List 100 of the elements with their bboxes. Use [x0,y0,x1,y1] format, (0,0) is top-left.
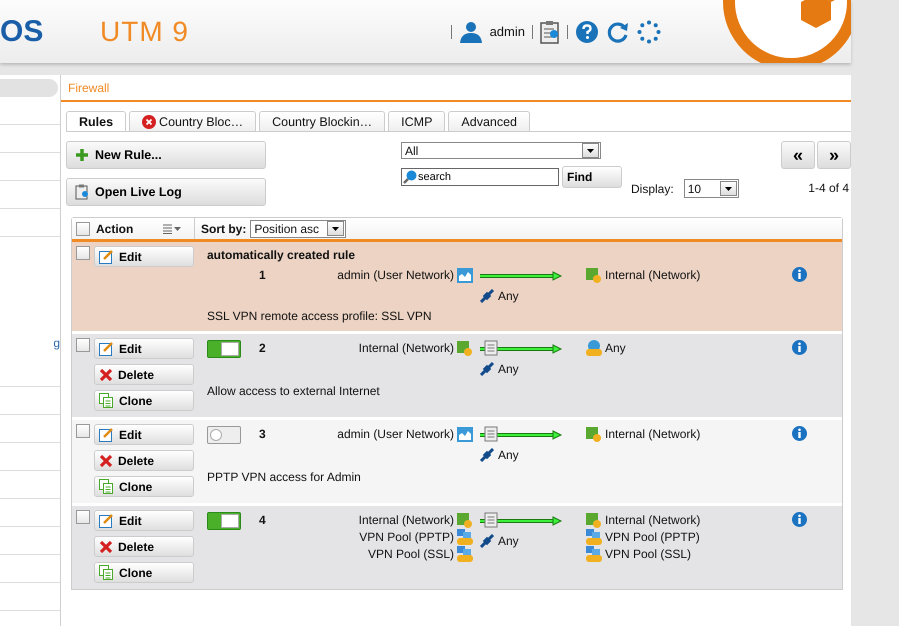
network-pool-icon [586,546,602,562]
previous-page-button[interactable]: « [781,141,815,169]
tab[interactable]: Advanced [448,111,530,131]
source-label: VPN Pool (PPTP) [359,530,454,544]
enable-toggle[interactable] [207,426,241,444]
edit-button[interactable]: Edit [94,338,194,359]
destination-label: Any [605,341,626,355]
logo-text: OS [0,14,44,48]
source-label: VPN Pool (SSL) [368,547,454,561]
rule-number: 2 [258,340,267,355]
delete-button[interactable]: Delete [94,364,194,385]
rule-comment: SSL VPN remote access profile: SSL VPN [207,309,433,323]
info-icon[interactable] [792,426,807,441]
search-icon [403,170,417,184]
row-checkbox[interactable] [76,246,90,260]
user-icon [458,20,483,42]
clipboard-icon [75,184,89,200]
rule-comment: PPTP VPN access for Admin [207,470,362,484]
plug-icon [480,362,494,376]
error-icon [142,114,156,128]
info-icon[interactable] [792,340,807,355]
service-label: Any [498,362,519,376]
plug-icon [480,534,494,548]
network-pool-icon [586,529,602,545]
info-icon[interactable] [792,512,807,527]
destination-label: VPN Pool (SSL) [605,547,692,561]
row-checkbox[interactable] [76,510,90,524]
dropdown-caret-icon [724,186,732,190]
source-label: admin (User Network) [337,268,454,282]
destination-label: VPN Pool (PPTP) [605,530,700,544]
rule-comment: Allow access to external Internet [207,384,381,398]
plug-icon [480,289,494,303]
clone-button[interactable]: Clone [94,562,194,583]
refresh-icon[interactable] [606,20,630,44]
edit-button[interactable]: Edit [94,510,194,531]
globe-icon [586,340,602,356]
delete-icon [99,454,113,468]
source-label: Internal (Network) [358,341,454,355]
sort-label: Sort by: [201,222,246,236]
tab[interactable]: Country Blockin… [259,111,386,131]
rule-number: 1 [258,267,267,282]
edit-button[interactable]: Edit [94,424,194,445]
tab[interactable]: ICMP [388,111,446,131]
service-label: Any [498,289,519,303]
edit-icon [99,249,114,264]
username-link[interactable]: admin [490,24,525,39]
enable-toggle[interactable] [207,512,241,530]
search-field[interactable]: search [401,168,559,186]
action-header: Action [96,222,134,236]
row-checkbox[interactable] [76,424,90,438]
row-checkbox[interactable] [76,338,90,352]
next-page-button[interactable]: » [817,141,851,169]
edit-icon [99,341,114,356]
sort-select[interactable]: Position asc [250,220,346,238]
delete-button[interactable]: Delete [94,450,194,471]
clone-button[interactable]: Clone [94,390,194,411]
select-all-checkbox[interactable] [76,222,90,236]
network-icon [457,340,473,356]
tab[interactable]: Rules [66,111,126,131]
filter-select[interactable]: All [401,142,601,159]
column-menu-icon[interactable] [163,224,182,234]
page-range: 1-4 of 4 [808,181,849,195]
product-title: UTM 9 [100,16,189,48]
user-network-icon [457,268,473,282]
plug-icon [480,448,494,462]
network-pool-icon [457,546,473,562]
copy-icon [99,565,114,580]
network-icon [586,267,602,283]
edit-icon [99,513,114,528]
edit-button[interactable]: Edit [94,246,194,267]
delete-button[interactable]: Delete [94,536,194,557]
destination-label: Internal (Network) [605,513,700,527]
sidebar-link[interactable]: g [53,336,60,350]
edit-icon [99,427,114,442]
enable-toggle[interactable] [207,340,241,358]
copy-icon [99,393,114,408]
display-select[interactable]: 10 [684,179,739,198]
plus-icon [75,148,89,162]
help-icon[interactable] [575,20,599,44]
source-label: admin (User Network) [337,427,454,441]
destination-label: Internal (Network) [605,268,700,282]
find-button[interactable]: Find [562,166,622,188]
copy-icon [99,479,114,494]
display-label: Display: [631,182,674,196]
new-rule-button[interactable]: New Rule... [66,141,266,169]
delete-icon [99,368,113,382]
network-pool-icon [457,529,473,545]
rule-number: 4 [258,512,267,527]
info-icon[interactable] [792,267,807,282]
network-icon [586,426,602,442]
open-live-log-button[interactable]: Open Live Log [66,178,266,206]
tab[interactable]: Country Bloc… [129,111,256,131]
rule-number: 3 [258,426,267,441]
dropdown-caret-icon [587,148,594,152]
sidebar-search-field[interactable] [0,79,58,97]
dropdown-caret-icon [332,226,340,230]
source-label: Internal (Network) [358,513,454,527]
clipboard-icon[interactable] [540,20,560,44]
network-icon [457,512,473,528]
clone-button[interactable]: Clone [94,476,194,497]
